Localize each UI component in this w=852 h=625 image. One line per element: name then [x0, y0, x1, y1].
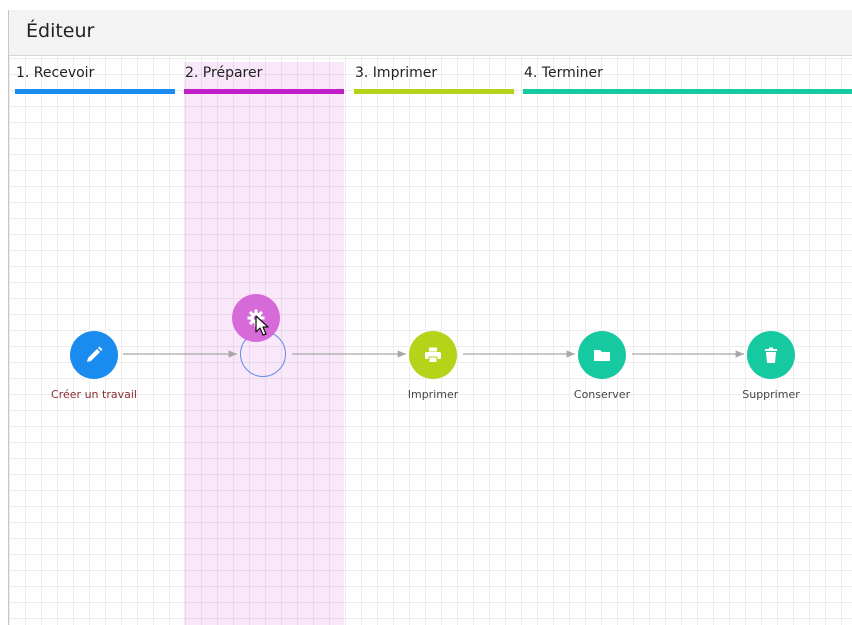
node-label-delete: Supprimer: [742, 388, 800, 401]
trash-icon: [765, 347, 777, 363]
editor-window: Éditeur 1. Recevoir 2. Préparer 3. Impri…: [8, 10, 852, 625]
node-delete[interactable]: [747, 331, 795, 379]
node-label-print: Imprimer: [407, 388, 459, 401]
node-label-create-job: Créer un travail: [51, 388, 137, 401]
folder-icon: [594, 350, 610, 361]
connector-arrows: [123, 350, 744, 358]
printer-icon: [425, 347, 441, 363]
node-label-store: Conserver: [573, 388, 631, 401]
node-create-job[interactable]: [70, 331, 118, 379]
node-print[interactable]: [409, 331, 457, 379]
mouse-cursor-icon: [255, 315, 269, 336]
pencil-icon: [87, 346, 103, 362]
node-store[interactable]: [578, 331, 626, 379]
